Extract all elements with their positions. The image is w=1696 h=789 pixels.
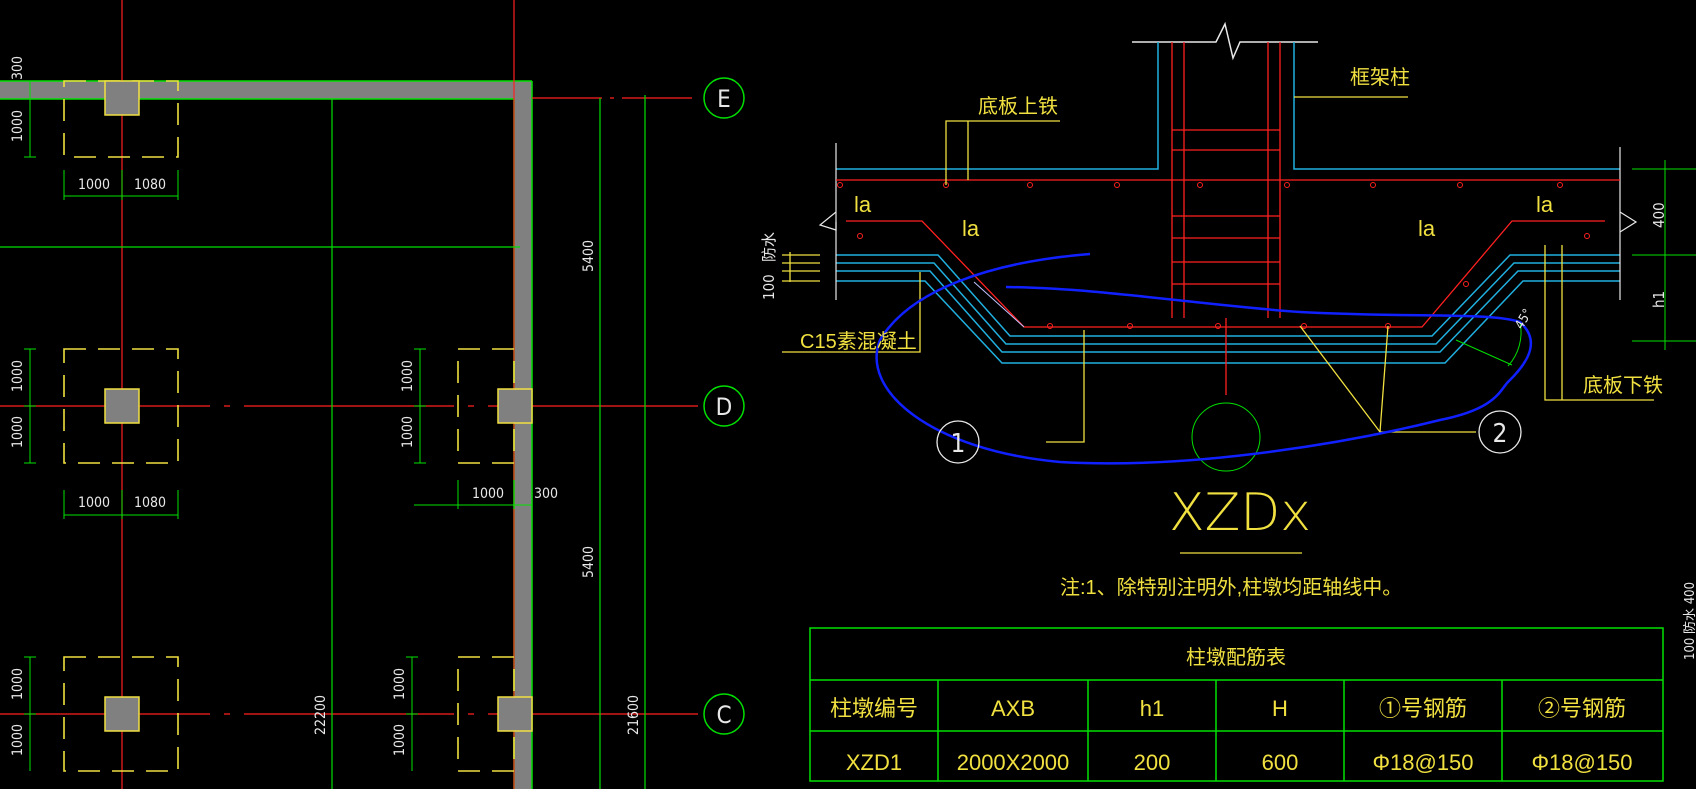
table-cell: Φ18@150 bbox=[1372, 750, 1473, 775]
label-top-rebar: 底板上铁 bbox=[978, 95, 1058, 118]
dim-label: 1000 bbox=[392, 724, 408, 756]
dim-label: 1000 bbox=[400, 360, 416, 392]
table-title: 柱墩配筋表 bbox=[1186, 646, 1286, 669]
marker-2: 2 bbox=[1493, 419, 1508, 449]
foundation-plan: 300 1000 1000 1080 1000 1000 1000 1080 1… bbox=[0, 0, 745, 789]
slab-edge-right bbox=[514, 81, 532, 789]
column bbox=[497, 388, 533, 424]
axis-label-c: C bbox=[716, 701, 731, 729]
dim-label: 1080 bbox=[134, 495, 166, 511]
dim-label: 300 bbox=[10, 56, 26, 80]
table-cell: 600 bbox=[1262, 750, 1299, 775]
axis-label-d: D bbox=[716, 393, 733, 421]
section-detail: 1 2 底板上铁 框架柱 底板下铁 C15素混凝土 la la la la 注:… bbox=[760, 21, 1696, 660]
rebar bbox=[836, 42, 1620, 395]
dim-label: 1000 bbox=[10, 668, 26, 700]
dim-label: 1000 bbox=[10, 110, 26, 142]
dim-label: 1000 bbox=[78, 177, 110, 193]
dim-label: 1080 bbox=[134, 177, 166, 193]
table-header: H bbox=[1272, 696, 1288, 721]
table-header: h1 bbox=[1140, 696, 1164, 721]
table-header: AXB bbox=[991, 696, 1035, 721]
label-la: la bbox=[854, 192, 872, 217]
table-header: ②号钢筋 bbox=[1538, 696, 1626, 721]
slab-edge-top bbox=[0, 81, 532, 99]
label-concrete: C15素混凝土 bbox=[800, 330, 917, 353]
label-45-degree: 45° bbox=[1512, 307, 1535, 332]
concrete-outline bbox=[836, 42, 1620, 364]
column bbox=[104, 696, 140, 732]
dim-label: 22200 bbox=[313, 695, 329, 735]
label-100: 100 bbox=[760, 274, 778, 300]
axis-label-e: E bbox=[717, 85, 731, 113]
cad-drawing: 300 1000 1000 1080 1000 1000 1000 1080 1… bbox=[0, 0, 1696, 789]
table-cell: 2000X2000 bbox=[957, 750, 1070, 775]
label-la: la bbox=[1418, 216, 1436, 241]
dim-label: 21600 bbox=[626, 695, 642, 735]
dim-label: 1000 bbox=[78, 495, 110, 511]
dim-label: 1000 bbox=[392, 668, 408, 700]
label-la: la bbox=[1536, 192, 1554, 217]
dim-label: 1000 bbox=[10, 724, 26, 756]
column bbox=[104, 80, 140, 116]
dim-label: 1000 bbox=[472, 486, 504, 502]
pile-caps bbox=[63, 80, 515, 772]
column bbox=[104, 388, 140, 424]
column bbox=[497, 696, 533, 732]
dim-label: 1000 bbox=[10, 416, 26, 448]
dim-label: 5400 bbox=[581, 240, 597, 272]
dim-label: 1000 bbox=[400, 416, 416, 448]
rebar-table: 柱墩配筋表 柱墩编号 AXB h1 H ①号钢筋 ②号钢筋 XZD1 2000X… bbox=[809, 627, 1664, 782]
label-h1: h1 bbox=[1650, 291, 1668, 308]
label-frame-column: 框架柱 bbox=[1350, 66, 1410, 89]
table-header: ①号钢筋 bbox=[1379, 696, 1467, 721]
dim-label: 300 bbox=[534, 486, 558, 502]
label-waterproof: 防水 bbox=[760, 232, 778, 262]
label-la: la bbox=[962, 216, 980, 241]
detail-title: XZDx bbox=[1169, 483, 1311, 543]
right-edge-text: 100 防水 400 bbox=[1682, 582, 1696, 660]
label-400: 400 bbox=[1650, 202, 1668, 228]
label-bottom-rebar: 底板下铁 bbox=[1583, 374, 1663, 397]
table-cell: 200 bbox=[1134, 750, 1171, 775]
table-header: 柱墩编号 bbox=[830, 696, 918, 721]
dim-label: 5400 bbox=[581, 546, 597, 578]
dim-label: 1000 bbox=[10, 360, 26, 392]
table-cell: Φ18@150 bbox=[1531, 750, 1632, 775]
table-cell: XZD1 bbox=[846, 750, 902, 775]
section-note: 注:1、除特别注明外,柱墩均距轴线中。 bbox=[1060, 576, 1402, 599]
marker-1: 1 bbox=[951, 429, 966, 459]
